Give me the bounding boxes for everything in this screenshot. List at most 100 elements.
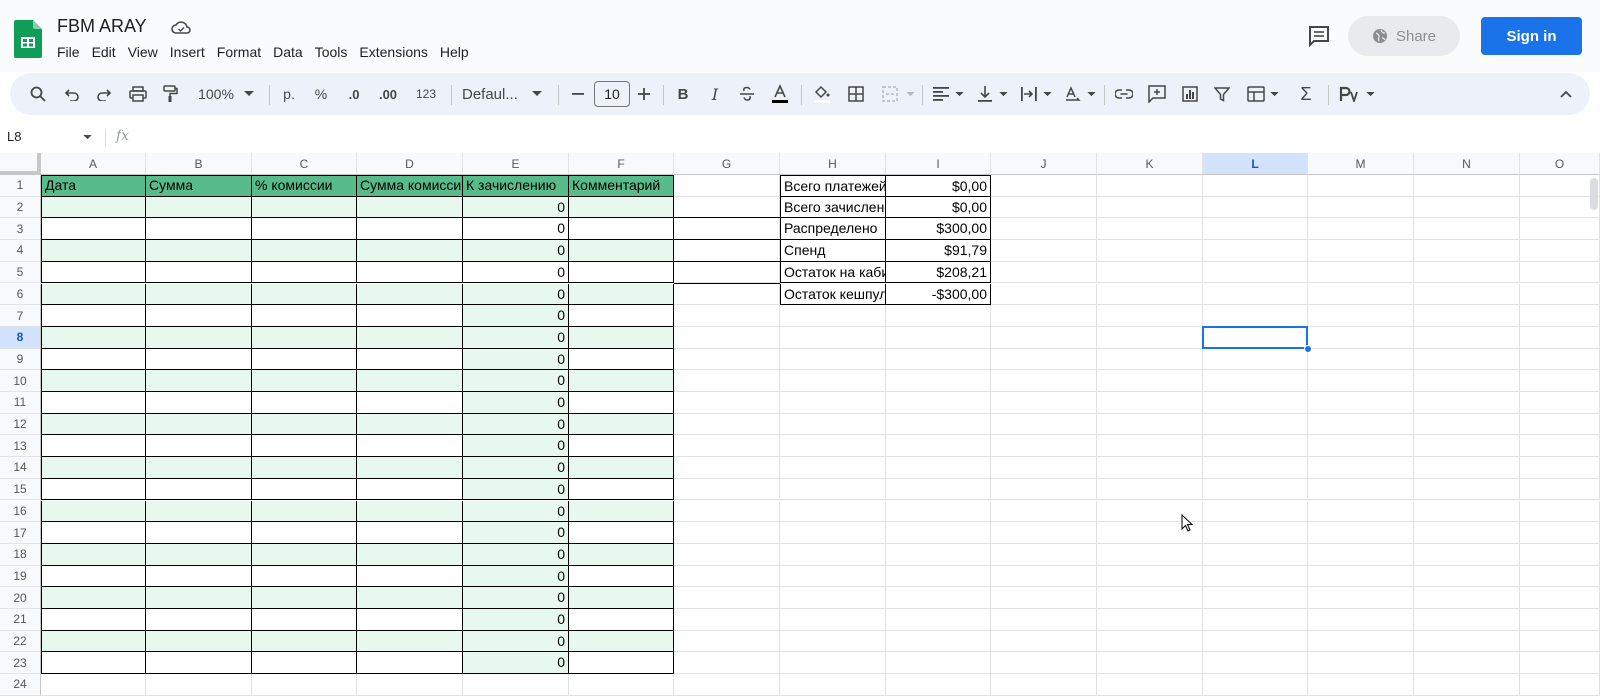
table-cell[interactable]	[252, 261, 357, 284]
cell-J6[interactable]	[991, 283, 1097, 306]
cell-M17[interactable]	[1308, 522, 1414, 544]
cell-M19[interactable]	[1308, 565, 1414, 588]
cell-O20[interactable]	[1520, 587, 1600, 609]
table-cell[interactable]	[252, 196, 357, 219]
cell-O11[interactable]	[1520, 392, 1600, 414]
cell-H15[interactable]	[780, 478, 886, 501]
table-cell[interactable]: 0	[463, 500, 569, 523]
cell-O9[interactable]	[1520, 348, 1600, 371]
table-cell[interactable]	[252, 478, 357, 501]
row-header-10[interactable]: 10	[0, 370, 41, 392]
cell-J14[interactable]	[991, 457, 1097, 479]
input-tools-chevron-down-icon[interactable]	[1364, 73, 1376, 115]
table-cell[interactable]	[569, 348, 674, 371]
table-cell[interactable]	[357, 543, 463, 566]
cell-M11[interactable]	[1308, 392, 1414, 414]
cell-O4[interactable]	[1520, 240, 1600, 262]
table-cell[interactable]: 0	[463, 326, 569, 349]
row-header-7[interactable]: 7	[0, 305, 41, 327]
undo-icon[interactable]	[60, 73, 84, 115]
cell-G18[interactable]	[674, 543, 780, 566]
cell-N9[interactable]	[1414, 348, 1520, 371]
table-cell[interactable]	[357, 478, 463, 501]
row-header-13[interactable]: 13	[0, 435, 41, 458]
table-cell[interactable]	[146, 283, 252, 306]
table-cell[interactable]	[569, 392, 674, 414]
table-cell[interactable]: 0	[463, 283, 569, 306]
cell-L13[interactable]	[1203, 435, 1308, 458]
cell-L3[interactable]	[1203, 218, 1308, 241]
cell-N6[interactable]	[1414, 283, 1520, 306]
cell-O8[interactable]	[1520, 326, 1600, 349]
cell-J20[interactable]	[991, 587, 1097, 609]
select-all-corner[interactable]	[0, 153, 41, 175]
row-header-8[interactable]: 8	[0, 326, 41, 349]
share-button[interactable]: Share	[1348, 16, 1460, 56]
cell-K23[interactable]	[1097, 652, 1203, 675]
cell-G6[interactable]	[674, 283, 780, 306]
menu-edit[interactable]: Edit	[92, 43, 116, 61]
cell-L19[interactable]	[1203, 565, 1308, 588]
table-cell[interactable]: 0	[463, 435, 569, 458]
table-cell[interactable]	[41, 543, 146, 566]
column-header-l[interactable]: L	[1203, 153, 1308, 175]
cell-H10[interactable]	[780, 370, 886, 392]
table-cell[interactable]: 0	[463, 196, 569, 219]
row-header-5[interactable]: 5	[0, 261, 41, 284]
table-cell[interactable]	[41, 565, 146, 588]
cell-O19[interactable]	[1520, 565, 1600, 588]
row-header-2[interactable]: 2	[0, 196, 41, 219]
cell-K22[interactable]	[1097, 630, 1203, 653]
table-cell[interactable]	[41, 240, 146, 262]
table-cell[interactable]	[146, 370, 252, 392]
table-header-cell[interactable]: К зачислению	[463, 175, 569, 197]
text-rotation-icon[interactable]	[1062, 73, 1084, 115]
table-cell[interactable]	[357, 326, 463, 349]
increase-decimal-button[interactable]: .00	[374, 73, 402, 115]
cell-G7[interactable]	[674, 305, 780, 327]
cell-J18[interactable]	[991, 543, 1097, 566]
cloud-saved-icon[interactable]	[170, 19, 192, 37]
cell-N17[interactable]	[1414, 522, 1520, 544]
row-header-20[interactable]: 20	[0, 587, 41, 609]
cell-M3[interactable]	[1308, 218, 1414, 241]
font-chevron-down-icon[interactable]	[530, 73, 544, 115]
cell-J3[interactable]	[991, 218, 1097, 241]
table-cell[interactable]	[41, 478, 146, 501]
menu-extensions[interactable]: Extensions	[359, 43, 427, 61]
print-icon[interactable]	[126, 73, 150, 115]
cell-L18[interactable]	[1203, 543, 1308, 566]
cell-I24[interactable]	[886, 674, 991, 696]
cell-K1[interactable]	[1097, 175, 1203, 197]
borders-icon[interactable]	[844, 73, 868, 115]
table-cell[interactable]	[569, 652, 674, 675]
table-cell[interactable]	[41, 609, 146, 631]
cell-J19[interactable]	[991, 565, 1097, 588]
cell-K13[interactable]	[1097, 435, 1203, 458]
cell-J17[interactable]	[991, 522, 1097, 544]
name-box-chevron-down-icon[interactable]	[83, 135, 92, 140]
cell-G3[interactable]	[674, 218, 780, 241]
table-cell[interactable]: 0	[463, 305, 569, 327]
table-cell[interactable]	[146, 218, 252, 241]
format-percent-button[interactable]: %	[310, 73, 332, 115]
table-cell[interactable]	[252, 348, 357, 371]
cell-J21[interactable]	[991, 609, 1097, 631]
cell-J2[interactable]	[991, 196, 1097, 219]
insert-comment-icon[interactable]	[1145, 73, 1169, 115]
menu-format[interactable]: Format	[217, 43, 261, 61]
table-cell[interactable]	[146, 435, 252, 458]
table-cell[interactable]	[357, 240, 463, 262]
cell-G8[interactable]	[674, 326, 780, 349]
table-cell[interactable]: 0	[463, 457, 569, 479]
cell-N12[interactable]	[1414, 413, 1520, 436]
cell-L4[interactable]	[1203, 240, 1308, 262]
menu-help[interactable]: Help	[440, 43, 469, 61]
table-cell[interactable]	[41, 413, 146, 436]
cell-K15[interactable]	[1097, 478, 1203, 501]
table-cell[interactable]	[41, 652, 146, 675]
cell-N22[interactable]	[1414, 630, 1520, 653]
cell-K7[interactable]	[1097, 305, 1203, 327]
table-cell[interactable]	[569, 543, 674, 566]
cell-C24[interactable]	[252, 674, 357, 696]
